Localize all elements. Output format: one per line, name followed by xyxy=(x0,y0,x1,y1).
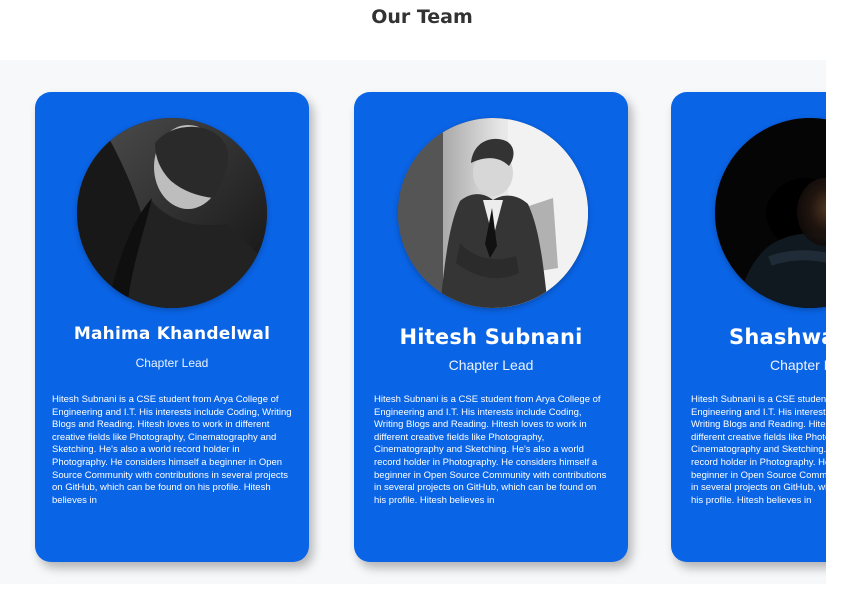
team-page: Our Team Mahima Khandelwal Chapter Lead … xyxy=(0,0,844,600)
member-role: Chapter Lead xyxy=(770,357,826,373)
page-title: Our Team xyxy=(371,6,473,28)
member-bio: Hitesh Subnani is a CSE student from Ary… xyxy=(52,394,292,506)
member-photo xyxy=(77,118,267,308)
member-role: Chapter Lead xyxy=(448,357,534,373)
member-photo xyxy=(398,118,588,308)
team-member-card[interactable]: Shashwat Chapter Lead Hitesh Subnani is … xyxy=(671,92,826,562)
member-bio: Hitesh Subnani is a CSE student from Ary… xyxy=(691,394,826,506)
member-name: Shashwat xyxy=(729,325,826,349)
member-photo xyxy=(715,118,826,308)
member-name: Hitesh Subnani xyxy=(399,325,583,349)
team-member-card[interactable]: Mahima Khandelwal Chapter Lead Hitesh Su… xyxy=(35,92,309,562)
member-name: Mahima Khandelwal xyxy=(73,324,271,344)
member-role: Chapter Lead xyxy=(135,356,209,370)
team-member-card[interactable]: Hitesh Subnani Chapter Lead Hitesh Subna… xyxy=(354,92,628,562)
member-bio: Hitesh Subnani is a CSE student from Ary… xyxy=(374,394,607,506)
team-carousel[interactable]: Mahima Khandelwal Chapter Lead Hitesh Su… xyxy=(0,60,826,584)
